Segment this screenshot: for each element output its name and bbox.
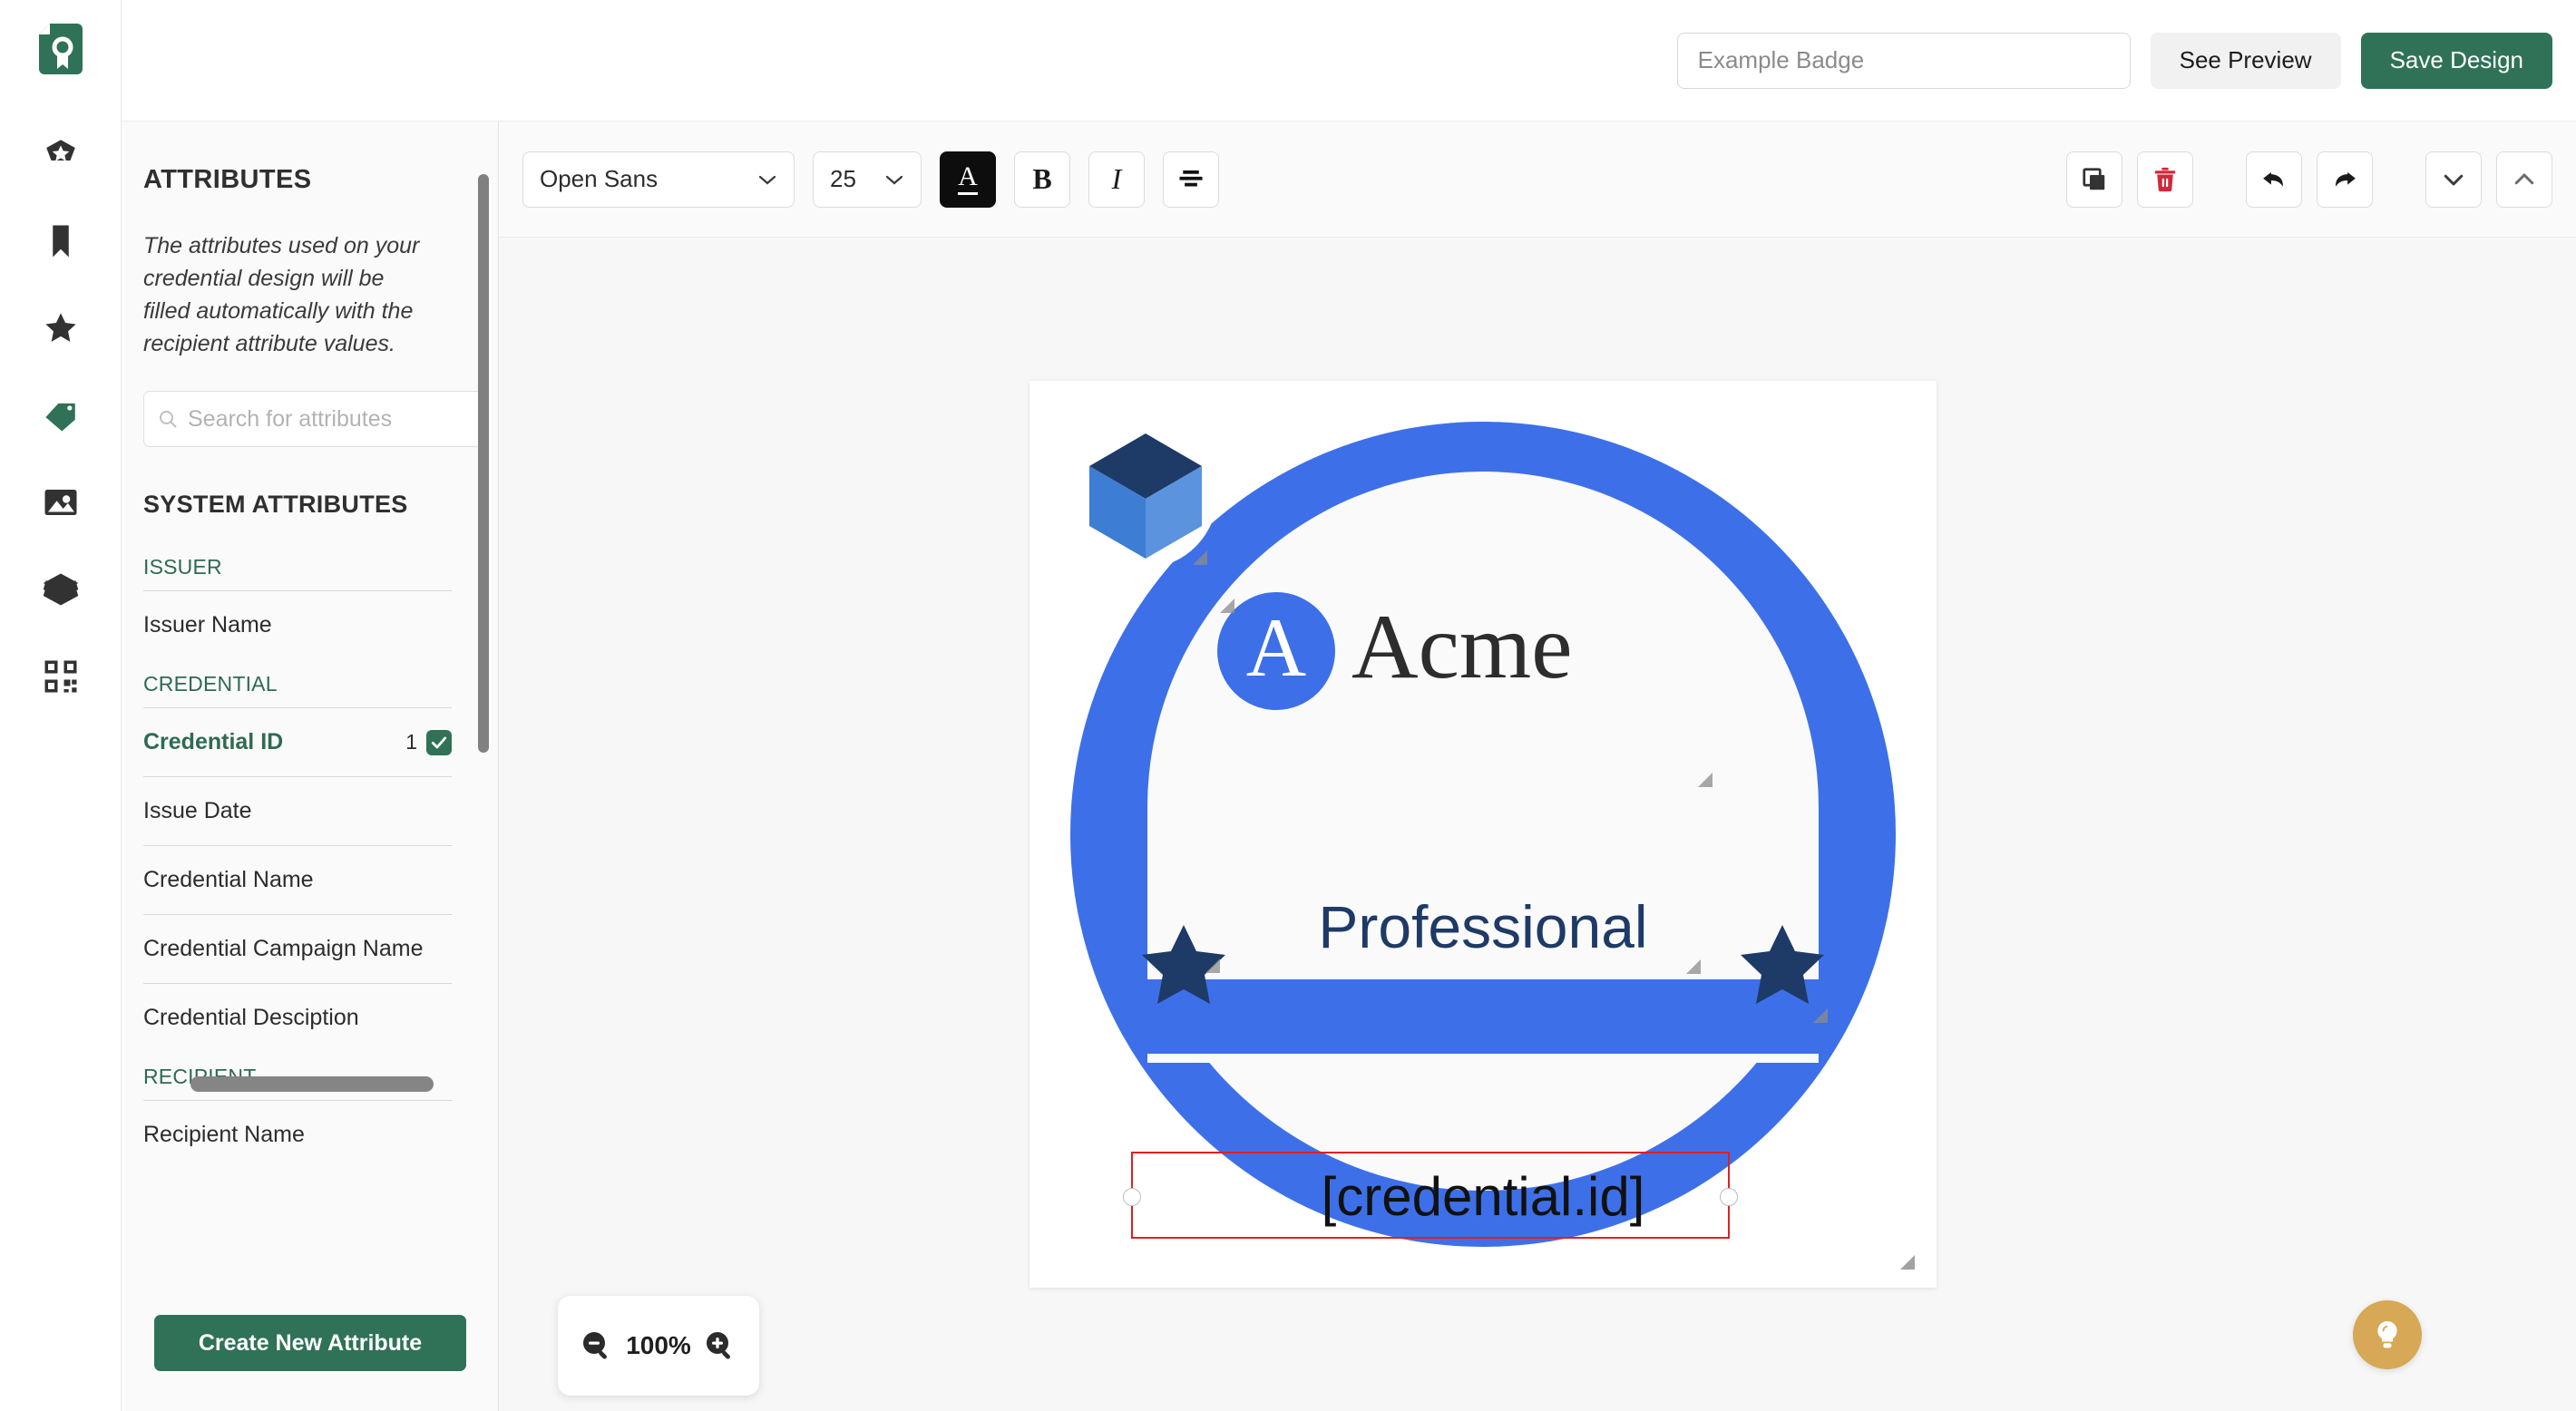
sidebar-item-bookmarks[interactable] [34,214,88,268]
attribute-row[interactable]: Credential Campaign Name [143,914,452,983]
sidebar-item-attributes[interactable] [34,388,88,443]
font-size-select[interactable]: 25 [813,151,922,208]
delete-button[interactable] [2137,151,2193,208]
design-canvas-area[interactable]: A Acme Professional [credential.id] [499,238,2576,1411]
bold-label: B [1032,162,1052,195]
undo-icon [2263,171,2283,187]
app-logo-icon[interactable] [32,20,90,78]
attributes-vertical-scroll-thumb[interactable] [478,174,489,753]
font-family-value: Open Sans [540,165,659,192]
object-actions [2066,151,2552,208]
attribute-row[interactable]: Issuer Name [143,590,452,659]
chevron-down-icon [2444,174,2464,185]
search-input[interactable] [188,405,480,433]
attribute-row[interactable]: Recipient Name [143,1100,452,1169]
resize-handle-left[interactable] [1123,1188,1141,1206]
attribute-row[interactable]: Credential Desciption [143,983,452,1052]
attribute-label: Recipient Name [143,1122,305,1147]
attribute-label: Credential Campaign Name [143,936,424,961]
see-preview-button[interactable]: See Preview [2150,32,2341,89]
bring-forward-button[interactable] [2496,151,2552,208]
rail-item-list [34,127,88,704]
editor-toolbar: Open Sans 25 A B I [499,122,2576,238]
issuer-monogram-text: A [1246,601,1306,694]
redo-icon [2336,171,2356,187]
attributes-description: The attributes used on your credential d… [143,233,420,356]
attribute-usage-count: 1 [405,730,417,754]
search-icon [160,411,177,428]
sidebar-item-favorites[interactable] [34,301,88,355]
undo-button[interactable] [2246,151,2302,208]
create-attribute-footer: Create New Attribute [122,1304,498,1411]
duplicate-button[interactable] [2066,151,2122,208]
top-bar: See Preview Save Design [122,0,2576,122]
attribute-group-label: ISSUER [143,555,222,579]
zoom-level-value: 100% [626,1331,691,1359]
duplicate-icon [2083,167,2105,190]
trash-icon [2154,167,2176,191]
selection-box-credential-id[interactable] [1123,1152,1738,1239]
help-tips-button[interactable] [2353,1300,2422,1369]
chevron-down-icon [758,175,776,184]
text-color-button[interactable]: A [940,151,996,208]
app-root: See Preview Save Design ATTRIBUTES The a… [0,0,2576,1411]
icon-rail [0,0,122,1411]
text-color-label: A [958,163,978,195]
text-format-controls: Open Sans 25 A B I [522,151,1219,208]
design-name-input[interactable] [1676,32,2131,89]
attributes-panel: ATTRIBUTES The attributes used on your c… [122,122,499,1411]
sidebar-item-qrcode[interactable] [34,649,88,704]
attribute-label: Credential ID [143,729,284,754]
align-center-icon [1179,170,1203,186]
resize-handle-right[interactable] [1720,1188,1738,1206]
send-backward-button[interactable] [2425,151,2482,208]
attribute-list: ISSUER Issuer Name CREDENTIAL Credential… [122,519,498,1169]
attribute-row[interactable]: Issue Date [143,776,452,845]
chevron-down-icon [885,175,903,184]
chevron-up-icon [2514,173,2534,184]
italic-label: I [1111,162,1122,195]
align-center-button[interactable] [1163,151,1219,208]
create-new-attribute-button[interactable]: Create New Attribute [154,1315,466,1371]
zoom-control: 100% [558,1296,759,1396]
attribute-checked-icon [426,729,452,755]
attribute-group-label: CREDENTIAL [143,672,278,696]
attribute-label: Issue Date [143,798,252,823]
attribute-label: Issuer Name [143,612,272,637]
attribute-label: Credential Desciption [143,1005,359,1030]
zoom-out-icon[interactable] [581,1329,613,1362]
system-attributes-title: SYSTEM ATTRIBUTES [143,491,408,518]
attributes-horizontal-scroll-thumb[interactable] [190,1076,434,1092]
attribute-row-credential-id[interactable]: Credential ID 1 [143,707,452,776]
save-design-button[interactable]: Save Design [2360,32,2552,89]
level-text: Professional [1318,893,1647,960]
badge-canvas[interactable]: A Acme Professional [credential.id] [1029,381,1937,1288]
lightbulb-icon [2377,1320,2397,1348]
zoom-in-icon[interactable] [704,1329,737,1362]
sidebar-item-badges[interactable] [34,127,88,181]
attribute-meta: 1 [405,729,452,755]
bold-button[interactable]: B [1014,151,1070,208]
attribute-label: Credential Name [143,867,314,892]
redo-button[interactable] [2317,151,2373,208]
font-family-select[interactable]: Open Sans [522,151,795,208]
attributes-vertical-scrollbar[interactable] [478,122,491,1411]
sidebar-item-layers[interactable] [34,562,88,617]
attributes-title: ATTRIBUTES [143,165,312,194]
attributes-scroll-content: ATTRIBUTES The attributes used on your c… [122,122,498,1169]
italic-button[interactable]: I [1088,151,1145,208]
attribute-row[interactable]: Credential Name [143,845,452,914]
font-size-value: 25 [830,165,856,192]
issuer-name-text: Acme [1351,596,1573,698]
badge-bottom-band-top [1147,1054,1819,1063]
sidebar-item-images[interactable] [34,475,88,530]
attribute-search-box[interactable] [143,391,484,447]
